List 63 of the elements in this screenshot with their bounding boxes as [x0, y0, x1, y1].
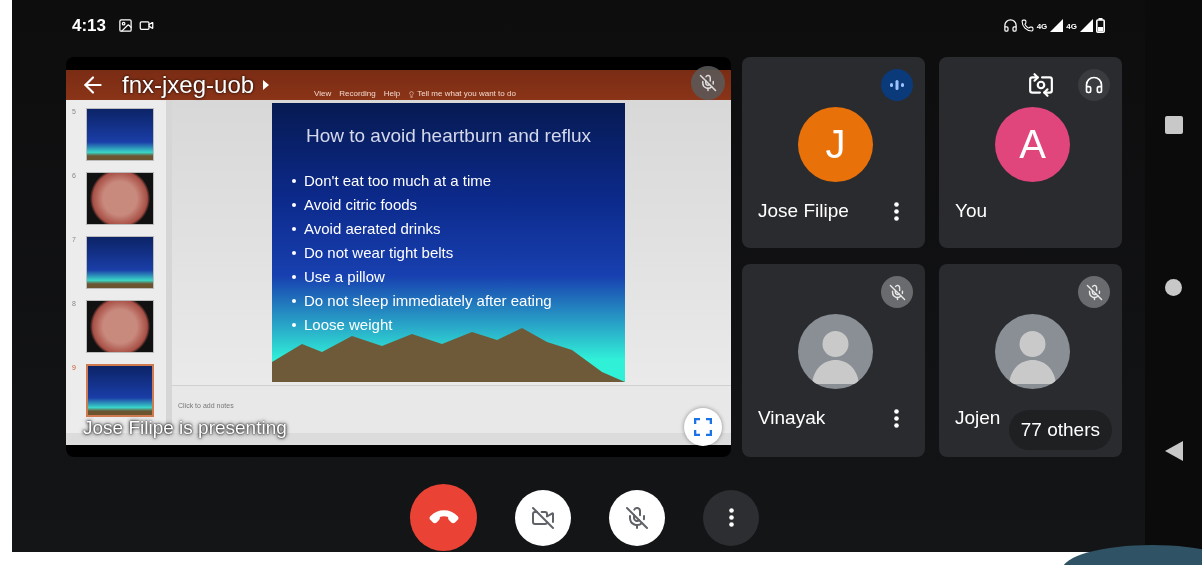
avatar-initial: J — [798, 107, 873, 182]
headphones-button[interactable] — [1078, 69, 1110, 101]
participant-tile[interactable]: J Jose Filipe — [742, 57, 925, 248]
slide-title: How to avoid heartburn and reflux — [305, 125, 592, 147]
more-options-icon — [894, 201, 899, 221]
participant-tile[interactable]: Vinayak — [742, 264, 925, 457]
presenter-label: Jose Filipe is presenting — [83, 417, 287, 439]
battery-icon — [1096, 18, 1105, 33]
participant-name: You — [955, 200, 988, 222]
bullet-text: Do not wear tight belts — [304, 243, 454, 263]
participant-tile[interactable]: A You — [939, 57, 1122, 248]
bullet-text: Avoid aerated drinks — [304, 219, 441, 239]
bullet-dot — [292, 227, 296, 231]
photo-slide-thumbnail[interactable] — [86, 172, 154, 225]
others-count-button[interactable]: 77 others — [1008, 410, 1112, 450]
bullet-text: Avoid citric foods — [304, 195, 418, 215]
bullet-dot — [292, 179, 296, 183]
participant-name: Jose Filipe — [758, 200, 849, 222]
slide-thumbnail[interactable] — [86, 108, 154, 161]
call-status-icon — [1020, 19, 1034, 32]
ribbon-tab[interactable]: View — [314, 89, 332, 98]
headphones-icon — [1084, 75, 1104, 95]
bullet-text: Use a pillow — [304, 267, 385, 287]
bullet-dot — [292, 251, 296, 255]
photo-slide-thumbnail[interactable] — [86, 300, 154, 353]
video-notification-icon — [139, 18, 155, 33]
fullscreen-icon — [694, 418, 712, 436]
bullet-text: Loose weight — [304, 315, 393, 335]
participant-menu-button[interactable] — [894, 201, 899, 221]
slide-thumbnail[interactable] — [86, 364, 154, 417]
meeting-code: fnx-jxeg-uob — [122, 71, 255, 99]
microphone-off-icon — [625, 505, 649, 530]
status-time: 4:13 — [72, 15, 107, 36]
home-button[interactable] — [1165, 279, 1182, 296]
bullet-text: Do not sleep immediately after eating — [304, 291, 552, 311]
ribbon-tab[interactable]: Help — [383, 89, 401, 98]
recents-button[interactable] — [1164, 116, 1183, 134]
tell-me-hint[interactable]: Tell me what you want to do — [417, 89, 516, 98]
participant-name: Jojen — [955, 407, 1001, 429]
network-type-label: 4G — [1066, 22, 1077, 31]
switch-camera-icon[interactable] — [1028, 72, 1054, 98]
participant-menu-button[interactable] — [894, 408, 899, 428]
more-options-icon — [728, 508, 734, 527]
bullet-dot — [292, 299, 296, 303]
participant-name: Vinayak — [758, 407, 826, 429]
slide-thumbnail[interactable] — [86, 236, 154, 289]
ribbon-tab[interactable]: Recording — [339, 89, 376, 98]
signal-icon — [1050, 19, 1064, 32]
participant-tile[interactable]: Jojen 77 others — [939, 264, 1122, 457]
avatar-initial: A — [995, 107, 1070, 182]
bullet-text: Don't eat too much at a time — [304, 171, 492, 191]
more-options-icon — [894, 408, 899, 428]
signal-icon — [1080, 19, 1093, 32]
caret-icon[interactable] — [262, 79, 271, 91]
bullet-dot — [292, 203, 296, 207]
lightbulb-icon — [408, 91, 416, 98]
network-type-label: 4G — [1036, 22, 1048, 31]
image-notification-icon — [118, 18, 134, 33]
bullet-dot — [292, 323, 296, 327]
bullet-dot — [292, 275, 296, 279]
headphones-status-icon — [1002, 18, 1018, 33]
back-nav-button[interactable] — [1164, 441, 1183, 461]
camera-off-icon — [531, 505, 555, 530]
